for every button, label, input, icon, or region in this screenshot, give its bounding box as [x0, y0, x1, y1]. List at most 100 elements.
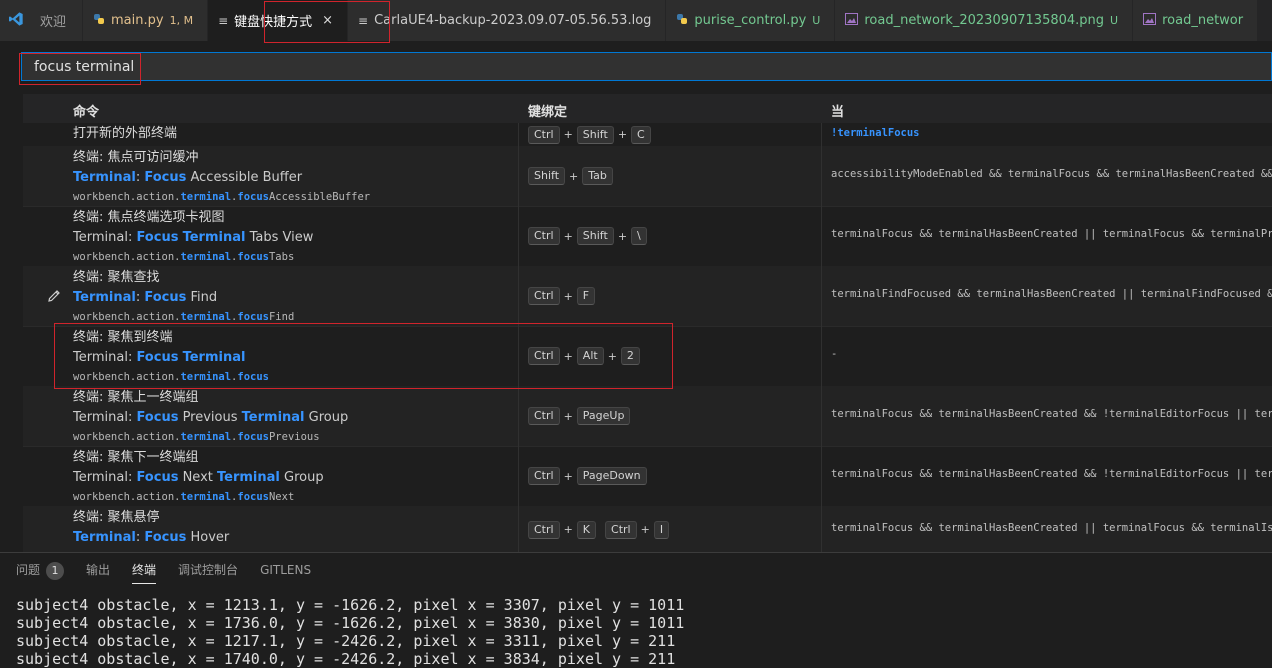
panel-tab-label: 调试控制台	[178, 563, 239, 577]
keybindings-search-input[interactable]: focus terminal	[21, 52, 1272, 81]
command-id-segment: Tabs	[268, 251, 295, 263]
keybinding-cell[interactable]: Ctrl + Alt +2	[528, 347, 818, 365]
command-title: 终端: 聚焦到终端	[73, 330, 173, 345]
column-divider	[518, 446, 519, 506]
when-cell[interactable]: terminalFocus && terminalHasBeenCreated …	[831, 408, 1272, 420]
editor-tab[interactable]: ≡ CarlaUE4-backup-2023.09.07-05.56.53.log	[348, 0, 667, 41]
panel-tab[interactable]: 终端	[132, 553, 157, 587]
key-cap: K	[576, 520, 597, 539]
key-cap: Ctrl	[605, 520, 637, 539]
panel-tab[interactable]: GITLENS	[260, 553, 311, 587]
command-id: workbench.action.terminal.focusAccessibl…	[73, 188, 517, 206]
command-id: workbench.action.terminal.focusTabs	[73, 248, 517, 266]
keybinding-cell[interactable]: Shift + Tab	[528, 167, 818, 185]
keybinding-cell[interactable]: Ctrl + F	[528, 287, 818, 305]
when-cell[interactable]: -	[831, 348, 1272, 360]
command-label-segment: Terminal	[241, 410, 305, 425]
command-id-segment: terminal	[180, 431, 232, 443]
panel-tab-label: 终端	[132, 563, 157, 577]
key-cap: Ctrl	[528, 467, 560, 485]
key-cap: 2	[620, 347, 640, 365]
key-plus: +	[617, 229, 628, 243]
command-id: workbench.action.terminal.focusNext	[73, 488, 517, 506]
command-id-segment: terminal	[180, 491, 232, 503]
editor-tab[interactable]: 欢迎	[0, 0, 84, 41]
command-id-segment: workbench.action.	[73, 311, 181, 323]
tab-label: 键盘快捷方式	[234, 15, 313, 30]
column-header-keybinding[interactable]: 键绑定	[528, 101, 567, 120]
command-id-segment: workbench.action.	[73, 491, 181, 503]
table-row[interactable]: 终端: 聚焦下一终端组 Terminal: Focus Next Terminal…	[23, 446, 1272, 507]
bottom-panel: 问题 1 输出 终端 调试控制台 GITLENS subject4 obstacle, x…	[0, 552, 1272, 668]
column-divider	[518, 386, 519, 446]
panel-tabs: 问题 1 输出 终端 调试控制台 GITLENS	[16, 553, 333, 587]
command-id-segment: Previous	[268, 431, 320, 443]
keybinding-cell[interactable]: Ctrl + Shift + \	[528, 227, 818, 245]
command-id-segment: terminal	[180, 191, 232, 203]
terminal-output[interactable]: subject4 obstacle, x = 1213.1, y = -1626…	[16, 596, 684, 668]
editor-tab[interactable]: purise_control.py U	[666, 0, 836, 41]
when-cell[interactable]: accessibilityModeEnabled && terminalFocu…	[831, 168, 1272, 180]
image-file-icon	[845, 13, 859, 28]
when-cell[interactable]: terminalFocus && terminalHasBeenCreated …	[831, 468, 1272, 480]
command-label-segment: Tabs View	[245, 230, 314, 245]
command-label-segment: Focus	[144, 170, 187, 185]
key-plus: +	[563, 289, 573, 303]
column-divider	[821, 326, 822, 386]
keybinding-cell[interactable]: Ctrl + K Ctrl + I	[528, 520, 818, 539]
key-cap: \	[631, 227, 647, 245]
keybindings-file-icon: ≡	[218, 13, 229, 28]
command-label-segment: Terminal	[182, 350, 246, 365]
when-cell[interactable]: terminalFocus && terminalHasBeenCreated …	[831, 522, 1272, 534]
vscode-logo-icon	[6, 11, 34, 30]
panel-tab[interactable]: 调试控制台	[178, 553, 238, 587]
editor-tab-bar: 欢迎 main.py 1, M ≡ 键盘快捷方式 × ≡ CarlaUE4-backup-20…	[0, 0, 1272, 41]
panel-tab-label: 问题	[16, 563, 41, 577]
search-input-value: focus terminal	[34, 58, 135, 75]
table-row[interactable]: 终端: 聚焦上一终端组 Terminal: Focus Previous Term…	[23, 386, 1272, 447]
command-label: Terminal: Focus Accessible Buffer	[73, 168, 517, 188]
command-id-segment: focus	[237, 251, 269, 263]
column-header-when[interactable]: 当	[831, 101, 844, 120]
command-label: Terminal: Focus Terminal	[73, 348, 517, 368]
command-label-segment: Find	[186, 290, 218, 305]
key-plus: +	[563, 229, 573, 243]
column-divider	[518, 206, 519, 266]
command-id-segment: workbench.action.	[73, 431, 181, 443]
table-header: 命令 键绑定 当	[23, 94, 1272, 123]
command-label-segment: Group	[304, 410, 349, 425]
column-header-command[interactable]: 命令	[73, 101, 99, 120]
table-row[interactable]: 终端: 焦点终端选项卡视图 Terminal: Focus Terminal Ta…	[23, 206, 1272, 267]
terminal-line: subject4 obstacle, x = 1736.0, y = -1626…	[16, 614, 685, 632]
edit-keybinding-icon[interactable]	[46, 288, 62, 304]
table-row[interactable]: 终端: 聚焦悬停 Terminal: Focus Hover Ctrl + K Ctrl +…	[23, 506, 1272, 554]
table-row[interactable]: 终端: 焦点可访问缓冲 Terminal: Focus Accessible Bu…	[23, 146, 1272, 207]
table-row[interactable]: 终端: 聚焦查找 Terminal: Focus Find workbench.ac…	[23, 266, 1272, 327]
editor-tab[interactable]: road_network_20230907135804.png U	[835, 0, 1134, 41]
editor-tab[interactable]: main.py 1, M	[83, 0, 209, 41]
keybinding-cell[interactable]: Ctrl + PageUp	[528, 407, 818, 425]
command-label-segment: Terminal:	[73, 470, 137, 485]
column-divider	[821, 266, 822, 326]
when-cell[interactable]: terminalFindFocused && terminalHasBeenCr…	[831, 288, 1272, 300]
column-divider	[518, 266, 519, 326]
keybinding-cell[interactable]: Ctrl + Shift + C	[528, 125, 818, 144]
table-row[interactable]: 打开新的外部终端 Ctrl + Shift + C !terminalFocus	[23, 123, 1272, 147]
command-id-segment: Next	[268, 491, 295, 503]
keybinding-cell[interactable]: Ctrl + PageDown	[528, 467, 818, 485]
column-divider	[821, 146, 822, 206]
table-row[interactable]: 终端: 聚焦到终端 Terminal: Focus Terminal workben…	[23, 326, 1272, 387]
close-icon[interactable]: ×	[322, 13, 333, 28]
column-divider	[518, 146, 519, 206]
terminal-line: subject4 obstacle, x = 1213.1, y = -1626…	[16, 596, 685, 614]
command-cell: 打开新的外部终端	[73, 124, 517, 144]
when-cell[interactable]: terminalFocus && terminalHasBeenCreated …	[831, 228, 1272, 240]
key-cap: Tab	[582, 167, 613, 185]
column-divider	[518, 326, 519, 386]
panel-tab[interactable]: 问题 1	[16, 553, 65, 587]
panel-tab[interactable]: 输出	[86, 553, 110, 587]
terminal-line: subject4 obstacle, x = 1740.0, y = -2426…	[16, 650, 676, 668]
editor-tab[interactable]: ≡ 键盘快捷方式 ×	[208, 0, 349, 41]
editor-tab[interactable]: road_networ	[1133, 0, 1259, 41]
when-cell[interactable]: !terminalFocus	[831, 127, 1272, 139]
